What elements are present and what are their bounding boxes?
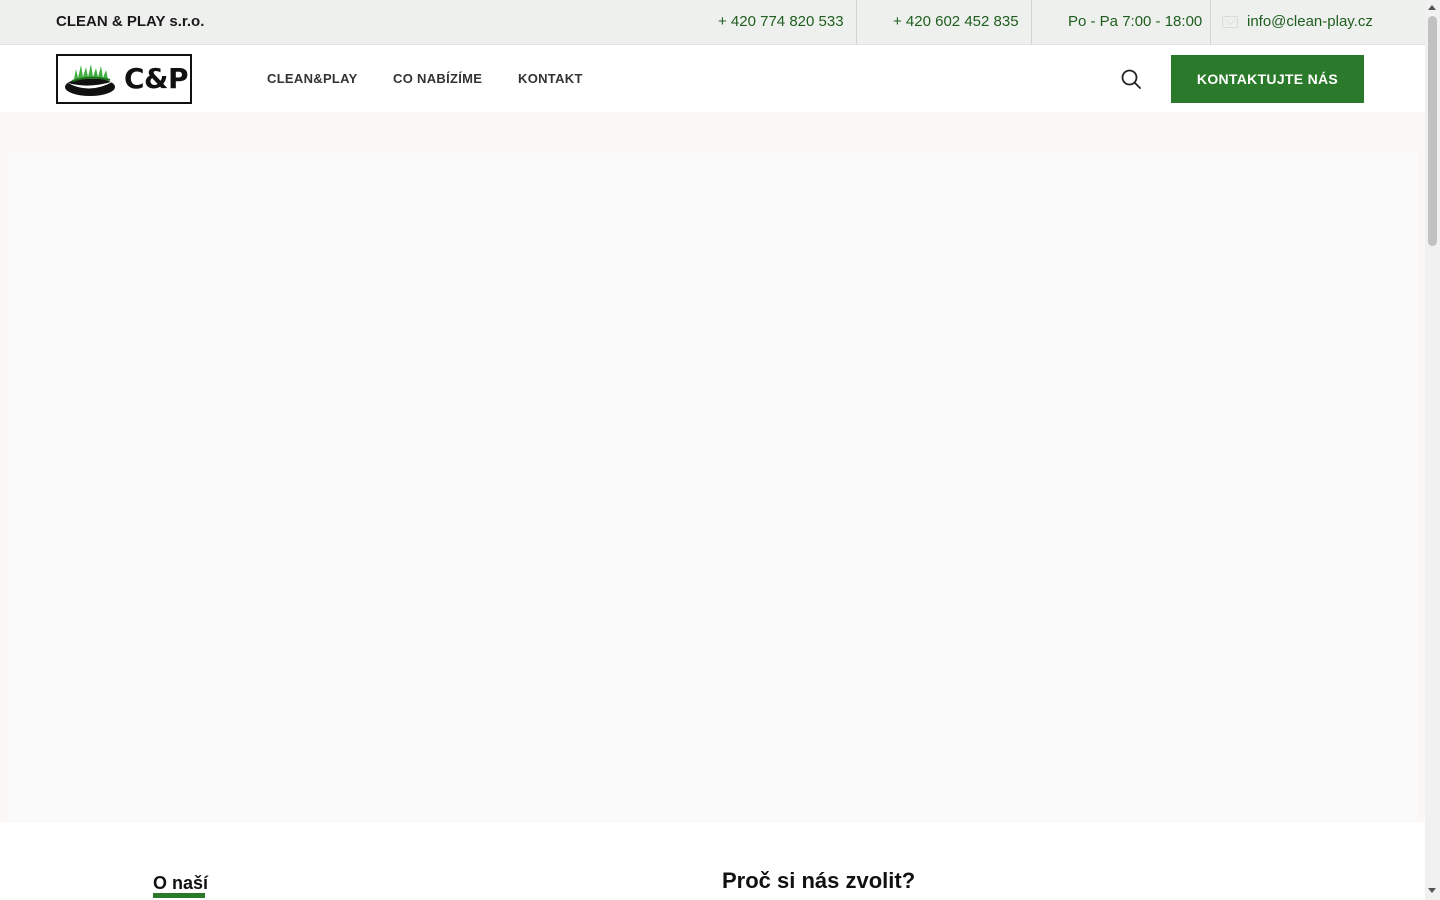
search-icon[interactable] bbox=[1120, 68, 1142, 90]
phone-link-2[interactable]: + 420 602 452 835 bbox=[893, 13, 1019, 30]
scroll-down-arrow-icon[interactable] bbox=[1428, 888, 1436, 893]
logo-mark-icon bbox=[65, 64, 115, 96]
email-link[interactable]: info@clean-play.cz bbox=[1247, 13, 1373, 30]
hero-image-placeholder bbox=[8, 152, 1418, 820]
nav-item-contact[interactable]: KONTAKT bbox=[518, 71, 583, 86]
divider bbox=[1031, 0, 1032, 45]
nav-item-clean-play[interactable]: CLEAN&PLAY bbox=[267, 71, 358, 86]
content-section: O naší Proč si nás zvolit? bbox=[0, 822, 1425, 900]
logo-text: C&P bbox=[124, 62, 189, 95]
phone-link-1[interactable]: + 420 774 820 533 bbox=[718, 13, 844, 30]
company-name: CLEAN & PLAY s.r.o. bbox=[56, 13, 205, 30]
divider bbox=[1210, 0, 1211, 45]
opening-hours: Po - Pa 7:00 - 18:00 bbox=[1068, 13, 1203, 30]
scroll-up-arrow-icon[interactable] bbox=[1428, 5, 1436, 10]
heading-underline bbox=[153, 893, 205, 898]
divider bbox=[856, 0, 857, 45]
nav-item-services[interactable]: CO NABÍZÍME bbox=[393, 71, 482, 86]
mail-icon bbox=[1222, 16, 1238, 28]
site-logo[interactable]: C&P bbox=[56, 54, 192, 104]
about-heading: O naší bbox=[153, 873, 209, 893]
contact-us-button[interactable]: KONTAKTUJTE NÁS bbox=[1171, 55, 1364, 103]
why-us-heading: Proč si nás zvolit? bbox=[722, 868, 916, 893]
main-header: C&P CLEAN&PLAY CO NABÍZÍME KONTAKT KONTA… bbox=[0, 46, 1425, 112]
top-info-bar: CLEAN & PLAY s.r.o. + 420 774 820 533 + … bbox=[0, 0, 1425, 45]
scroll-thumb[interactable] bbox=[1428, 16, 1437, 246]
page-scrollbar[interactable] bbox=[1425, 0, 1440, 900]
